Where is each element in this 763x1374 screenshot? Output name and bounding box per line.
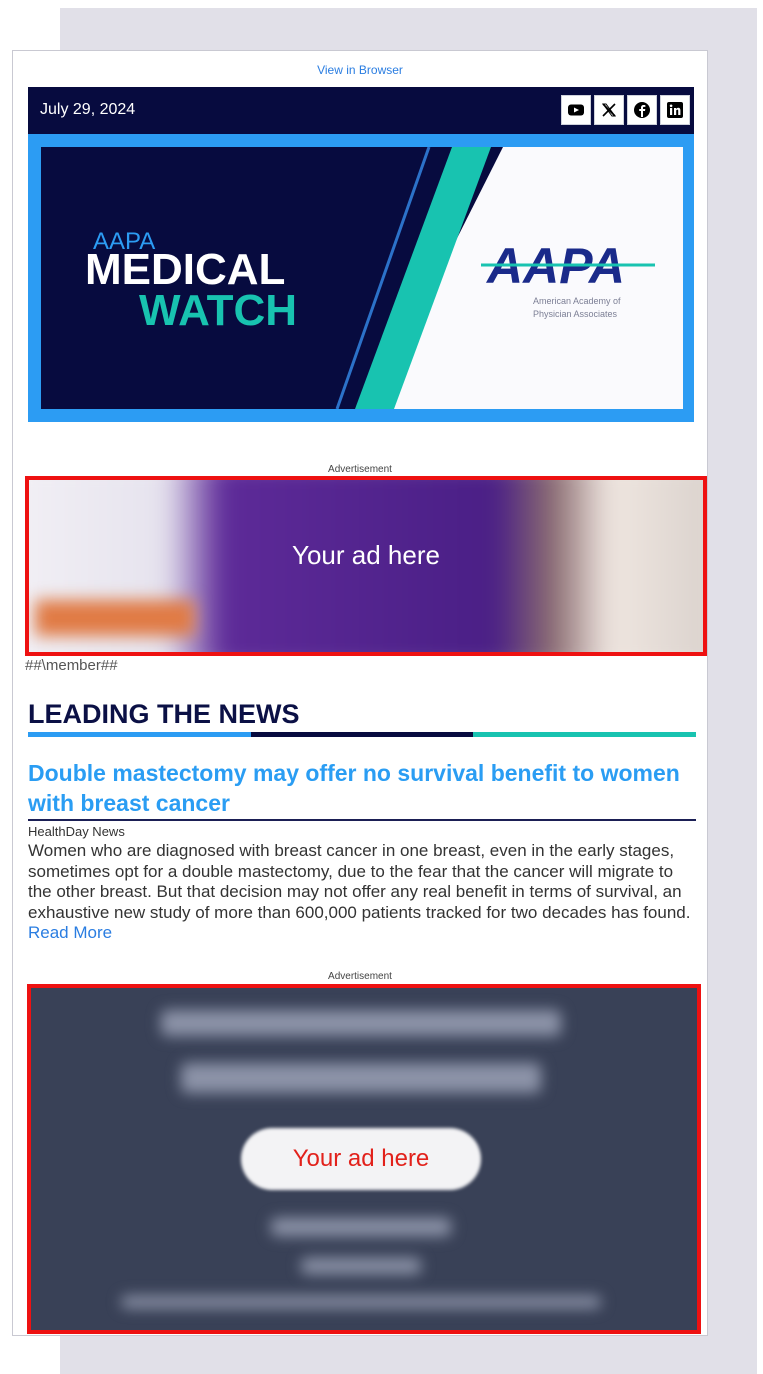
section-divider	[28, 732, 697, 737]
org-name-line1: American Academy of	[533, 296, 621, 306]
article-source: HealthDay News	[28, 824, 125, 839]
ad-placeholder-text: Your ad here	[292, 540, 440, 570]
social-links	[561, 95, 690, 125]
member-merge-tag: ##\member##	[25, 657, 118, 674]
linkedin-icon[interactable]	[660, 95, 690, 125]
issue-date: July 29, 2024	[40, 101, 136, 118]
blurred-ad-line	[271, 1218, 451, 1236]
email-body: View in Browser July 29, 2024 AAPA MEDIC…	[12, 50, 708, 1336]
article-summary: Women who are diagnosed with breast canc…	[28, 841, 691, 922]
x-icon[interactable]	[594, 95, 624, 125]
masthead-artwork: AAPA MEDICAL WATCH AAPA American Academy…	[41, 147, 683, 409]
org-name-line2: Physician Associates	[533, 309, 618, 319]
ad-box-bottom[interactable]: Your ad here	[27, 984, 701, 1334]
date-bar: July 29, 2024	[28, 87, 694, 134]
facebook-icon[interactable]	[627, 95, 657, 125]
article-body: Women who are diagnosed with breast canc…	[28, 841, 694, 944]
section-title: LEADING THE NEWS	[28, 699, 300, 729]
headline-rule	[28, 819, 696, 821]
advertisement-label: Advertisement	[328, 464, 392, 475]
view-in-browser-link[interactable]: View in Browser	[13, 63, 707, 77]
blurred-ad-line	[161, 1010, 561, 1036]
blurred-ad-line	[181, 1063, 541, 1093]
ad-banner-top[interactable]: Your ad here	[25, 476, 707, 656]
read-more-link[interactable]: Read More	[28, 923, 112, 942]
masthead-banner: AAPA MEDICAL WATCH AAPA American Academy…	[28, 134, 694, 422]
article-headline[interactable]: Double mastectomy may offer no survival …	[28, 758, 688, 818]
blurred-ad-line	[301, 1258, 421, 1274]
watch-text: WATCH	[139, 286, 297, 335]
youtube-icon[interactable]	[561, 95, 591, 125]
blurred-ad-block	[35, 600, 195, 636]
ad-placeholder-text: Your ad here	[292, 1145, 430, 1172]
advertisement-label: Advertisement	[328, 971, 392, 982]
blurred-ad-line	[121, 1296, 601, 1308]
